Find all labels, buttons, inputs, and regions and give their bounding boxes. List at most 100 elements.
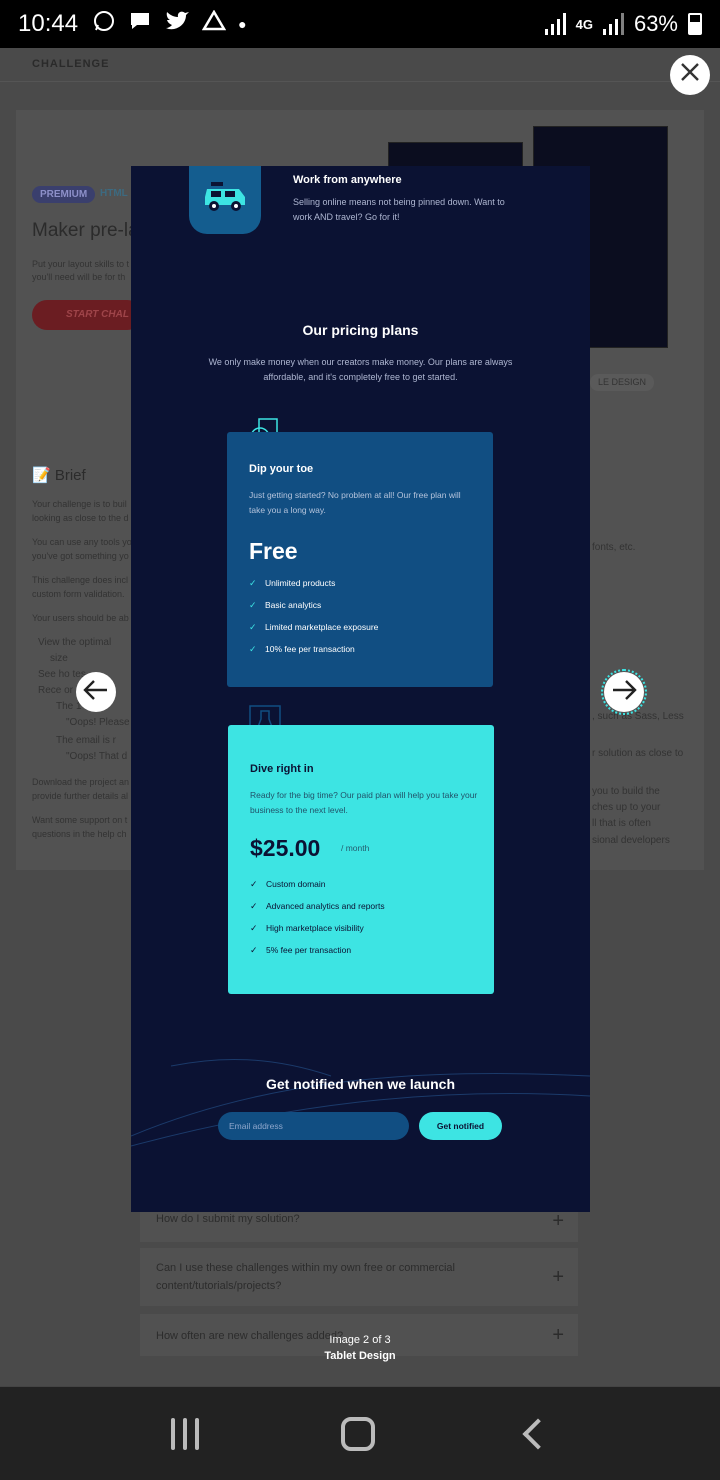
plan-price: $25.00 xyxy=(250,835,321,861)
navigation-bar xyxy=(0,1386,720,1480)
brief-line: Your challenge is to buil xyxy=(32,499,127,509)
right-fragment: you to build the xyxy=(592,786,660,797)
premium-badge: PREMIUM xyxy=(32,186,96,203)
signal-icon xyxy=(544,13,566,35)
plan-price: Free xyxy=(249,538,298,564)
brief-line: Your users should be ab xyxy=(32,613,129,623)
image-caption: Tablet Design xyxy=(324,1350,396,1362)
feature-item: ✓ 5% fee per transaction xyxy=(250,939,385,961)
whatsapp-icon xyxy=(92,9,116,39)
arrow-left-icon xyxy=(83,677,109,708)
page-header: CHALLENGE xyxy=(0,48,720,82)
check-icon: ✓ xyxy=(249,643,257,654)
preview-tag: LE DESIGN xyxy=(590,374,655,391)
feature-text: Unlimited products xyxy=(265,578,336,588)
brief-line: You can use any tools yo xyxy=(32,537,132,547)
feature-text: Advanced analytics and reports xyxy=(266,901,385,911)
email-input[interactable] xyxy=(218,1112,409,1140)
plan-description: Just getting started? No problem at all!… xyxy=(249,490,461,515)
brief-title: 📝 Brief xyxy=(32,467,86,484)
feature-text: Custom domain xyxy=(266,879,326,889)
intro-line-1: Put your layout skills to t xyxy=(32,259,130,269)
footer-line: questions in the help ch xyxy=(32,829,127,839)
brief-line: custom form validation. xyxy=(32,589,125,599)
right-fragment: ches up to your xyxy=(592,802,661,813)
previous-button[interactable] xyxy=(76,672,116,712)
back-icon[interactable] xyxy=(522,1417,554,1450)
intro-line-2: you'll need will be for th xyxy=(32,272,126,282)
feature-text: Basic analytics xyxy=(265,600,322,610)
feature-title: Work from anywhere xyxy=(293,174,402,186)
plan-card-free: Dip your toe Just getting started? No pr… xyxy=(227,432,493,687)
bullet-item: See ho tes xyxy=(38,669,86,680)
pricing-heading: Our pricing plans xyxy=(302,322,419,338)
right-fragment: sional developers xyxy=(592,835,670,846)
status-right: 4G 63% xyxy=(544,11,702,37)
right-fragment: fonts, etc. xyxy=(592,542,636,553)
notify-heading: Get notified when we launch xyxy=(265,1076,455,1092)
plus-icon: + xyxy=(552,1210,564,1232)
status-time: 10:44 xyxy=(18,10,79,37)
challenge-title: Maker pre-la xyxy=(32,220,139,241)
start-challenge-button[interactable]: START CHAL xyxy=(32,300,142,330)
bullet-item: size xyxy=(50,653,68,664)
notification-icons: ● xyxy=(92,9,247,39)
drive-icon xyxy=(201,9,227,38)
right-fragment: , such as Sass, Less xyxy=(592,711,684,722)
next-button[interactable] xyxy=(601,669,647,715)
feature-text: High marketplace visibility xyxy=(266,923,364,933)
signal-icon-2 xyxy=(602,13,624,35)
close-button[interactable] xyxy=(670,55,710,95)
get-notified-button[interactable]: Get notified xyxy=(419,1112,502,1140)
brief-line: you've got something yo xyxy=(32,551,129,561)
pricing-description: We only make money when our creators mak… xyxy=(208,357,513,382)
sub-bullet: The email is r xyxy=(56,735,117,746)
sub-bullet: "Oops! Please xyxy=(66,717,130,728)
network-type: 4G xyxy=(575,16,593,32)
feature-item: ✓ Basic analytics xyxy=(249,594,378,616)
twitter-icon xyxy=(164,10,190,38)
plus-icon: + xyxy=(552,1266,564,1288)
plan-card-paid: Dive right in Ready for the big time? Ou… xyxy=(228,725,494,994)
feature-description: Selling online means not being pinned do… xyxy=(293,197,505,222)
html-badge: HTML xyxy=(100,188,128,199)
feature-item: ✓ Limited marketplace exposure xyxy=(249,616,378,638)
check-icon: ✓ xyxy=(250,878,258,889)
check-icon: ✓ xyxy=(249,621,257,632)
dot-icon: ● xyxy=(238,16,247,32)
feature-item: ✓ 10% fee per transaction xyxy=(249,638,378,660)
brief-line: This challenge does incl xyxy=(32,575,129,585)
plan-name: Dive right in xyxy=(250,763,314,775)
close-icon xyxy=(679,61,701,90)
image-counter: Image 2 of 3 xyxy=(329,1334,391,1346)
footer-line: provide further details al xyxy=(32,791,129,801)
message-icon xyxy=(128,9,152,39)
check-icon: ✓ xyxy=(249,599,257,610)
check-icon: ✓ xyxy=(250,944,258,955)
battery-percent: 63% xyxy=(633,11,678,36)
feature-text: Limited marketplace exposure xyxy=(265,622,379,632)
right-fragment: r solution as close to xyxy=(592,748,684,759)
check-icon: ✓ xyxy=(250,922,258,933)
plan-description: Ready for the big time? Our paid plan wi… xyxy=(250,790,478,815)
feature-list: ✓ Custom domain ✓ Advanced analytics and r… xyxy=(250,873,385,961)
feature-item: ✓ Advanced analytics and reports xyxy=(250,895,385,917)
feature-text: 5% fee per transaction xyxy=(266,945,352,955)
status-bar: 10:44 ● 4G 63% xyxy=(0,0,720,48)
arrow-right-icon xyxy=(611,677,637,708)
battery-icon xyxy=(688,13,702,35)
recent-apps-icon[interactable] xyxy=(171,1417,199,1450)
feature-item: ✓ Custom domain xyxy=(250,873,385,895)
car-icon xyxy=(201,181,249,218)
faq-question: Can I use these challenges within my own… xyxy=(156,1262,455,1292)
home-icon[interactable] xyxy=(341,1416,375,1451)
car-icon-box xyxy=(189,166,261,234)
right-fragment: ll that is often xyxy=(592,818,651,829)
check-icon: ✓ xyxy=(250,900,258,911)
bullet-item: Rece or xyxy=(38,685,74,696)
feature-item: ✓ Unlimited products xyxy=(249,572,378,594)
lightbox-image: Work from anywhere Selling online means … xyxy=(131,166,590,1212)
faq-item[interactable]: Can I use these challenges within my own… xyxy=(140,1248,578,1306)
plan-name: Dip your toe xyxy=(249,463,314,475)
price-period: / month xyxy=(341,843,370,853)
